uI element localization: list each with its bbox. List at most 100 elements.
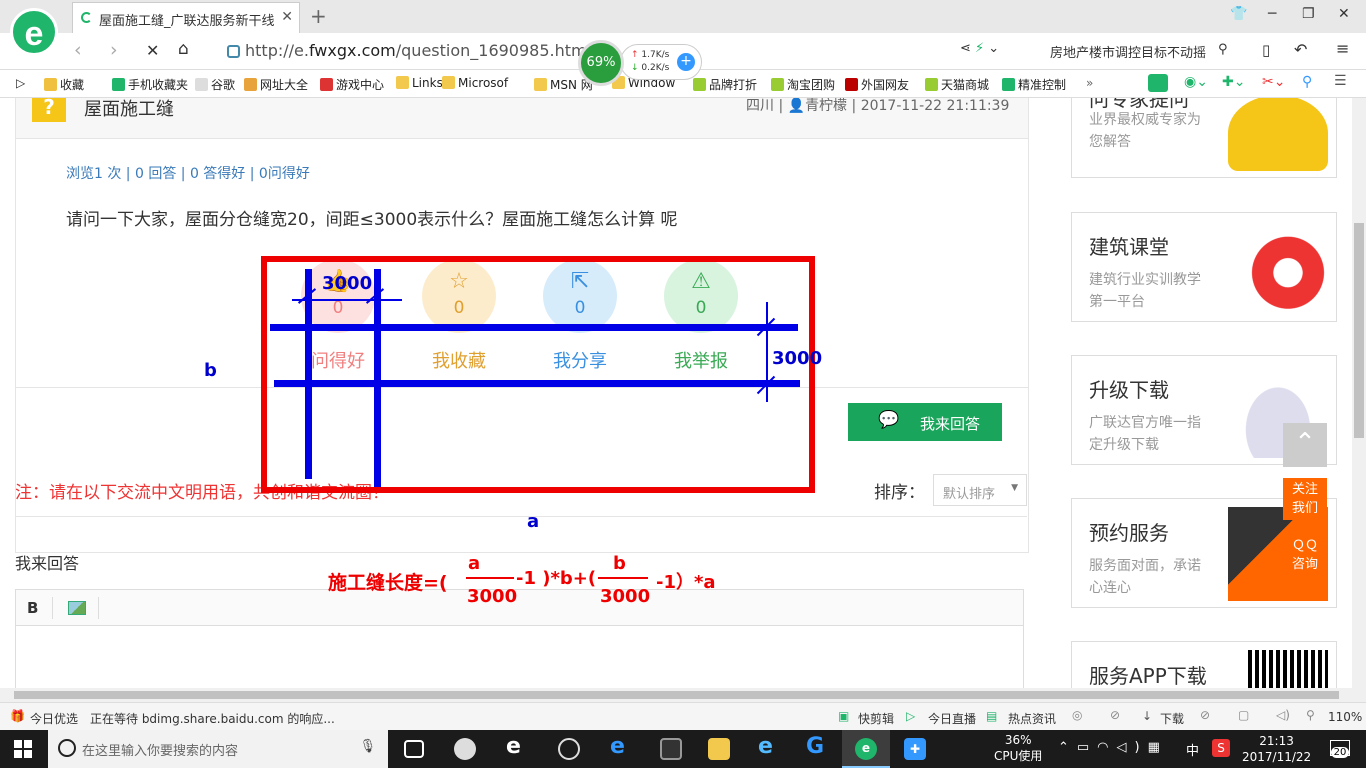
restore-icon[interactable]: ❐ xyxy=(1302,6,1315,22)
loading-icon xyxy=(81,12,92,23)
tab-active[interactable]: 屋面施工缝_广联达服务新干线 ✕ xyxy=(72,2,300,33)
search-icon[interactable]: ⚲ xyxy=(1218,42,1228,57)
follow-us-button[interactable]: 关注我们 xyxy=(1283,478,1327,520)
bold-button[interactable]: B xyxy=(27,599,38,617)
book-icon[interactable] xyxy=(1148,74,1168,92)
notification-center-icon[interactable]: 20 xyxy=(1328,738,1352,760)
sidebar-toggle-icon[interactable]: ▷ xyxy=(16,76,25,90)
status-item-clip[interactable]: 快剪辑 xyxy=(858,710,894,727)
close-window-icon[interactable]: ✕ xyxy=(1338,6,1350,22)
zoom-level[interactable]: 110% xyxy=(1328,710,1362,724)
vertical-scrollbar[interactable] xyxy=(1352,98,1366,688)
favorite-item[interactable]: Microsof xyxy=(442,76,508,90)
sidebar-card[interactable]: 建筑课堂 建筑行业实训教学第一平台 xyxy=(1071,212,1337,322)
favorite-item[interactable]: 收藏 xyxy=(44,76,84,93)
sidebar-card[interactable]: 服务APP下载 xyxy=(1071,641,1337,688)
home-icon[interactable]: ⌂ xyxy=(178,39,189,59)
meta-region[interactable]: 四川 xyxy=(746,98,774,114)
system-tray-icons[interactable]: ⌃▭◠◁)▦ xyxy=(1058,740,1168,755)
ie-e-icon[interactable]: e xyxy=(506,734,528,759)
favorite-item[interactable]: 谷歌 xyxy=(195,76,235,93)
menu-icon[interactable]: ≡ xyxy=(1336,39,1349,58)
more-favorites-icon[interactable]: » xyxy=(1086,76,1093,90)
favorite-item[interactable]: 品牌打折 xyxy=(693,76,757,93)
zoom-icon[interactable]: ⚲ xyxy=(1302,74,1312,90)
sound-icon[interactable]: ◁) xyxy=(1276,708,1290,722)
task-view-icon[interactable] xyxy=(404,740,424,758)
search-input[interactable]: 房地产楼市调控目标不动摇 xyxy=(1040,37,1236,65)
window-icon[interactable]: ▢ xyxy=(1238,708,1249,722)
favorite-item[interactable]: 天猫商城 xyxy=(925,76,989,93)
user-icon: 👤 xyxy=(787,98,806,114)
back-to-top-button[interactable]: ⌃ xyxy=(1283,423,1327,467)
folder-icon[interactable] xyxy=(708,738,730,760)
g-app-icon[interactable]: G xyxy=(806,734,828,759)
fan-app-icon[interactable] xyxy=(454,738,476,760)
clean-icon[interactable]: ⊘ xyxy=(1200,708,1210,722)
taskbar-search-input[interactable]: 在这里输入你要搜索的内容 🎙 xyxy=(48,730,388,768)
favorite-item[interactable]: 淘宝团购 xyxy=(771,76,835,93)
favorite-item[interactable]: 精准控制 xyxy=(1002,76,1066,93)
menu-grid-icon[interactable]: ☰ xyxy=(1334,73,1347,89)
network-speed-widget[interactable]: ↑ 1.7K/s ↓ 0.2K/s + 69% xyxy=(578,40,702,86)
status-item-live[interactable]: 今日直播 xyxy=(928,710,976,727)
sidebar-card[interactable]: 问专家提问 业界最权威专家为您解答 xyxy=(1071,98,1337,178)
speed-icon[interactable]: ◎ xyxy=(1072,708,1082,722)
phone-icon[interactable]: ▯ xyxy=(1262,41,1270,59)
scissors-icon[interactable]: ✂⌄ xyxy=(1262,74,1285,90)
store-icon[interactable] xyxy=(660,738,682,760)
status-today-pick[interactable]: 今日优选 xyxy=(30,710,78,727)
favorite-label: 天猫商城 xyxy=(941,78,990,92)
clock[interactable]: 21:13 2017/11/22 xyxy=(1242,733,1311,765)
ime-indicator[interactable]: 中 xyxy=(1186,740,1199,759)
gift-icon: 🎁 xyxy=(10,709,25,723)
browser-logo-icon[interactable]: e xyxy=(10,8,58,56)
favorite-item[interactable]: 网址大全 xyxy=(244,76,308,93)
stop-icon[interactable]: ✕ xyxy=(146,41,159,60)
favorite-item[interactable]: Links xyxy=(396,76,443,90)
favorite-item[interactable]: 游戏中心 xyxy=(320,76,384,93)
windows-start-icon[interactable] xyxy=(14,740,32,758)
plus-app-icon[interactable]: ✚ xyxy=(904,738,926,760)
ie-icon[interactable]: e xyxy=(758,734,780,759)
answer-editor[interactable]: B xyxy=(15,589,1024,688)
favorite-item[interactable]: 手机收藏夹 xyxy=(112,76,188,93)
browser-swirl-icon[interactable] xyxy=(558,738,580,760)
back-icon[interactable]: ‹ xyxy=(74,39,82,61)
add-icon[interactable]: + xyxy=(677,53,695,71)
new-tab-button[interactable]: + xyxy=(310,4,327,28)
favorite-label: Microsof xyxy=(458,76,509,90)
active-taskbar-item[interactable]: e xyxy=(842,730,890,768)
shield-icon[interactable]: ◉⌄ xyxy=(1184,74,1208,90)
forward-icon[interactable]: › xyxy=(110,39,118,61)
scroll-thumb[interactable] xyxy=(14,691,1339,699)
annotation-dim-right: 3000 xyxy=(772,348,823,369)
minimize-icon[interactable]: ─ xyxy=(1268,6,1276,22)
shirt-icon[interactable]: 👕 xyxy=(1230,6,1247,22)
divider xyxy=(98,597,99,619)
undo-icon[interactable]: ↶ xyxy=(1294,40,1307,59)
block-icon[interactable]: ⊘ xyxy=(1110,708,1120,722)
sogou-icon[interactable]: S xyxy=(1212,739,1230,757)
status-item-news[interactable]: 热点资讯 xyxy=(1008,710,1056,727)
qq-consult-button[interactable]: ＱＱ咨询 xyxy=(1283,534,1327,576)
zoom-icon[interactable]: ⚲ xyxy=(1306,708,1315,722)
microphone-icon[interactable]: 🎙 xyxy=(359,739,376,754)
favorite-item[interactable]: 外国网友 xyxy=(845,76,909,93)
cpu-indicator[interactable]: 36% CPU使用 xyxy=(994,732,1042,764)
answer-button[interactable]: 💬 我来回答 xyxy=(848,403,1002,441)
sort-select[interactable]: 默认排序 ▼ xyxy=(933,474,1027,506)
url-path: /question_1690985.html xyxy=(395,41,592,60)
horizontal-scrollbar[interactable] xyxy=(0,688,1366,702)
edge-icon[interactable]: e xyxy=(610,734,632,759)
image-icon[interactable] xyxy=(68,601,86,615)
meta-user[interactable]: 青柠檬 xyxy=(805,98,847,114)
taskbar-search-placeholder: 在这里输入你要搜索的内容 xyxy=(82,744,239,759)
status-item-download[interactable]: 下载 xyxy=(1160,710,1184,727)
scroll-thumb[interactable] xyxy=(1354,223,1364,438)
bookmark-icon xyxy=(442,76,455,89)
share-icon[interactable]: ⋖ ⚡ ⌄ xyxy=(960,41,999,56)
close-tab-icon[interactable]: ✕ xyxy=(281,9,293,25)
lightning-icon[interactable]: ⚡ xyxy=(975,41,984,56)
translate-icon[interactable]: ✚⌄ xyxy=(1222,74,1245,90)
